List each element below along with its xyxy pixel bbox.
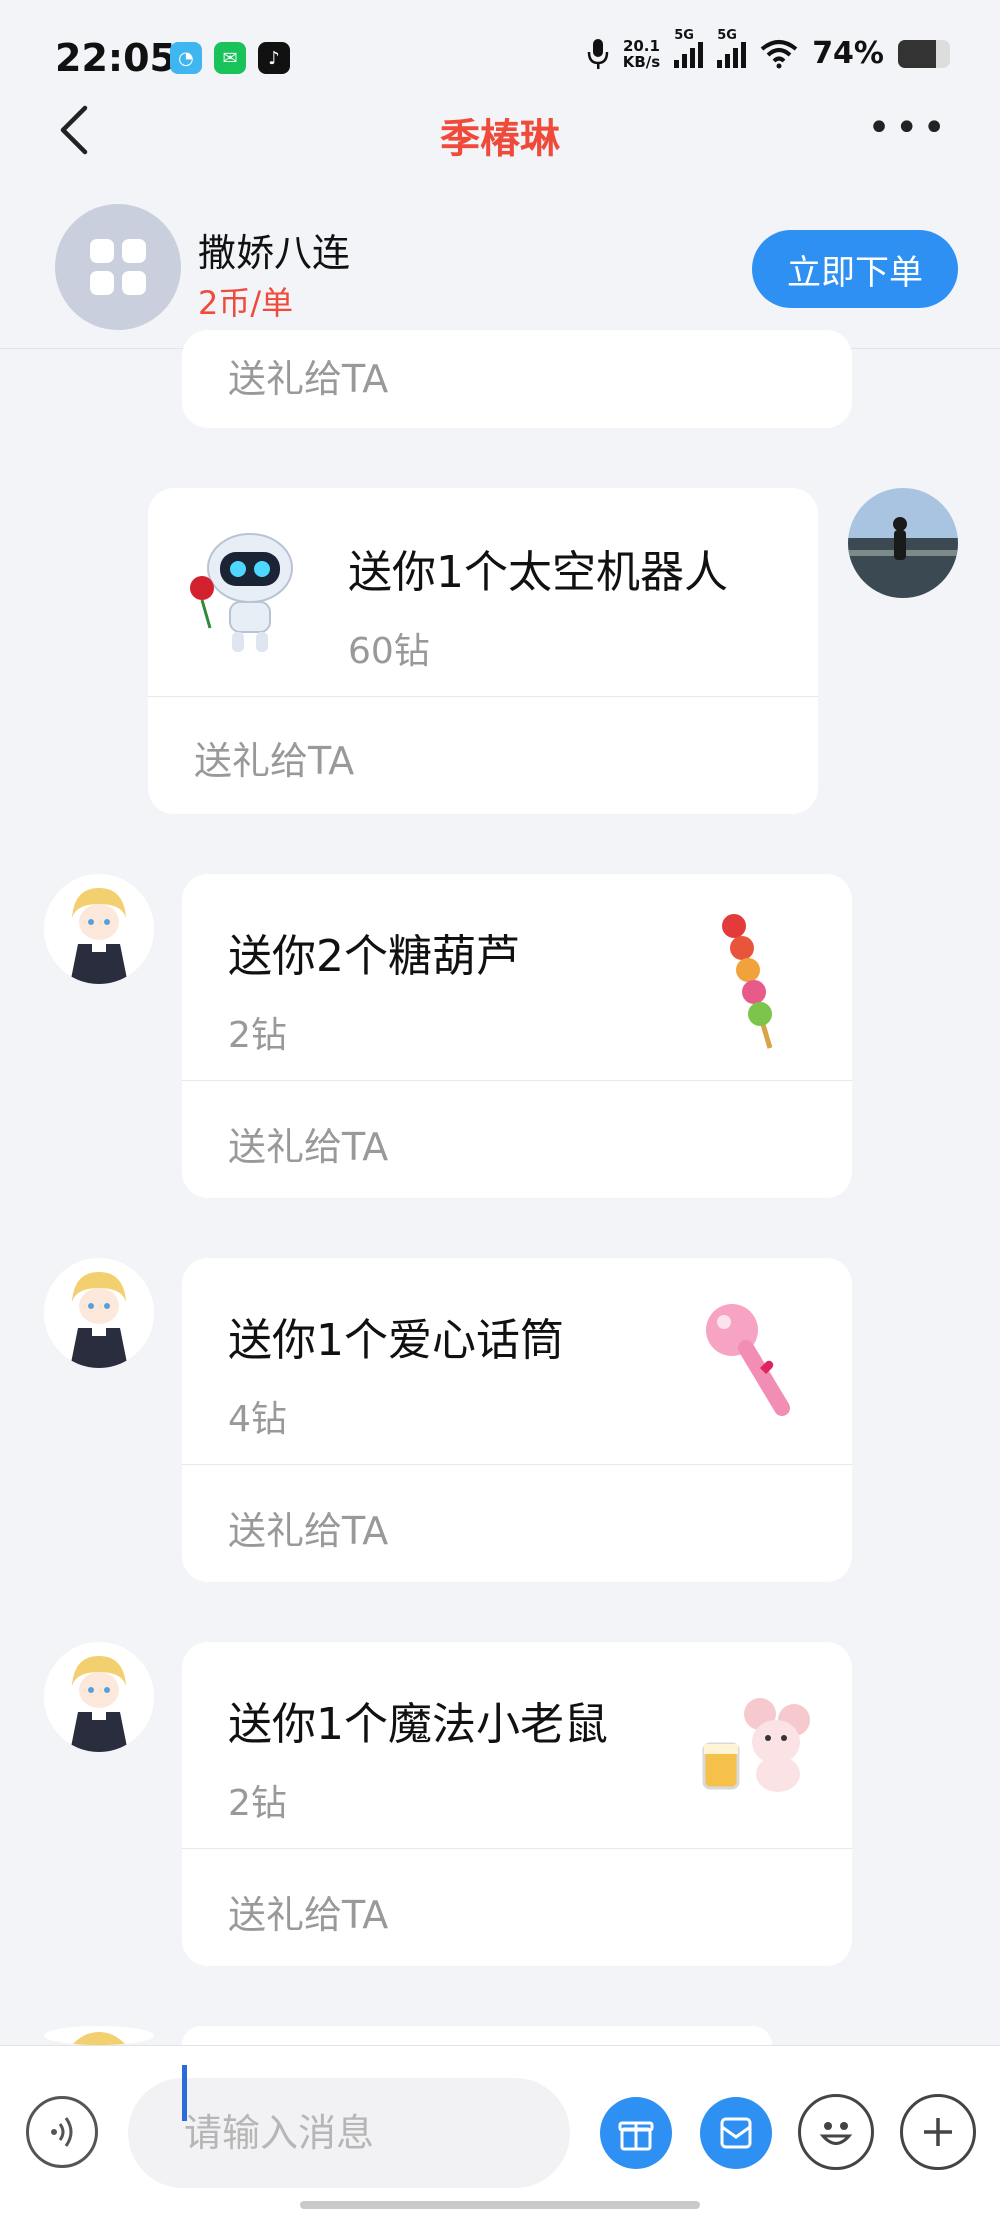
send-gift-link[interactable]: 送礼给TA <box>194 730 354 785</box>
red-packet-icon[interactable] <box>700 2097 772 2169</box>
send-gift-link[interactable]: 送礼给TA <box>228 1500 388 1555</box>
gift-title: 送你1个爱心话筒 <box>228 1315 564 1366</box>
gift-price: 60钻 <box>348 631 430 672</box>
network-speed-unit: KB/s <box>622 52 661 71</box>
microphone-icon <box>587 38 608 69</box>
gift-price: 4钻 <box>228 1399 287 1440</box>
my-avatar[interactable] <box>848 488 958 598</box>
send-gift-link[interactable]: 送礼给TA <box>228 1884 388 1939</box>
network-speed: 20.1 KB/s <box>623 38 660 70</box>
notification-icons: ◔ ✉ ♪ <box>170 42 290 74</box>
signal-2-label: 5G <box>717 27 737 43</box>
voice-input-icon[interactable] <box>26 2096 98 2168</box>
service-name: 撒娇八连 <box>198 231 351 275</box>
gift-title: 送你1个太空机器人 <box>348 547 728 598</box>
card-divider <box>182 1464 852 1465</box>
app-notification-icon: ◔ <box>170 42 202 74</box>
heart-microphone-icon <box>706 1304 790 1416</box>
contact-avatar[interactable] <box>44 1642 154 1752</box>
gift-title: 送你2个糖葫芦 <box>228 931 520 982</box>
order-now-button[interactable]: 立即下单 <box>752 230 958 308</box>
magic-mouse-icon <box>702 1698 810 1792</box>
send-gift-link[interactable]: 送礼给TA <box>228 1116 388 1171</box>
gift-card-partial <box>182 2026 772 2045</box>
more-options-icon[interactable]: ••• <box>867 108 950 148</box>
input-bar <box>0 2045 1000 2216</box>
card-divider <box>182 1848 852 1849</box>
robot-gift-icon <box>190 533 293 652</box>
gift-title: 送你1个魔法小老鼠 <box>228 1699 608 1750</box>
contact-avatar[interactable] <box>44 1258 154 1368</box>
contact-avatar-partial <box>44 2026 154 2045</box>
nav-bar: 季椿琳 ••• <box>0 90 1000 170</box>
tiktok-icon: ♪ <box>258 42 290 74</box>
gift-card: 送你1个太空机器人 60钻 送礼给TA <box>148 488 818 814</box>
grid-apps-icon <box>90 239 146 295</box>
home-indicator[interactable] <box>300 2201 700 2209</box>
card-divider <box>148 696 818 697</box>
network-speed-value: 20.1 <box>622 36 660 55</box>
signal-5g-1-icon: 5G <box>674 28 704 68</box>
text-cursor <box>182 2065 187 2121</box>
battery-percent: 74% <box>812 36 884 71</box>
gift-icon[interactable] <box>600 2097 672 2169</box>
gift-price: 2钻 <box>228 1015 287 1056</box>
wechat-icon: ✉ <box>214 42 246 74</box>
candied-haws-icon <box>722 914 773 1049</box>
gift-card: 送你1个爱心话筒 4钻 送礼给TA <box>182 1258 852 1582</box>
gift-price: 2钻 <box>228 1783 287 1824</box>
add-icon[interactable] <box>900 2094 976 2170</box>
send-gift-link[interactable]: 送礼给TA <box>228 348 388 403</box>
message-input[interactable] <box>128 2078 570 2188</box>
card-divider <box>182 1080 852 1081</box>
contact-avatar[interactable] <box>44 874 154 984</box>
gift-card: 送你2个糖葫芦 2钻 送礼给TA <box>182 874 852 1198</box>
chat-title: 季椿琳 <box>440 116 560 162</box>
gift-card-partial: 送礼给TA <box>182 330 852 428</box>
service-banner: 撒娇八连 2币/单 立即下单 <box>0 190 1000 349</box>
service-price: 2币/单 <box>198 284 294 322</box>
system-indicators: 20.1 KB/s 5G 5G 74% <box>587 28 950 71</box>
signal-5g-2-icon: 5G <box>717 28 747 68</box>
wifi-icon <box>760 39 798 68</box>
battery-icon <box>898 39 950 68</box>
emoji-icon[interactable] <box>798 2094 874 2170</box>
service-thumbnail <box>55 204 181 330</box>
signal-1-label: 5G <box>674 27 694 43</box>
status-time: 22:05 <box>55 36 176 80</box>
gift-card: 送你1个魔法小老鼠 2钻 送礼给TA <box>182 1642 852 1966</box>
